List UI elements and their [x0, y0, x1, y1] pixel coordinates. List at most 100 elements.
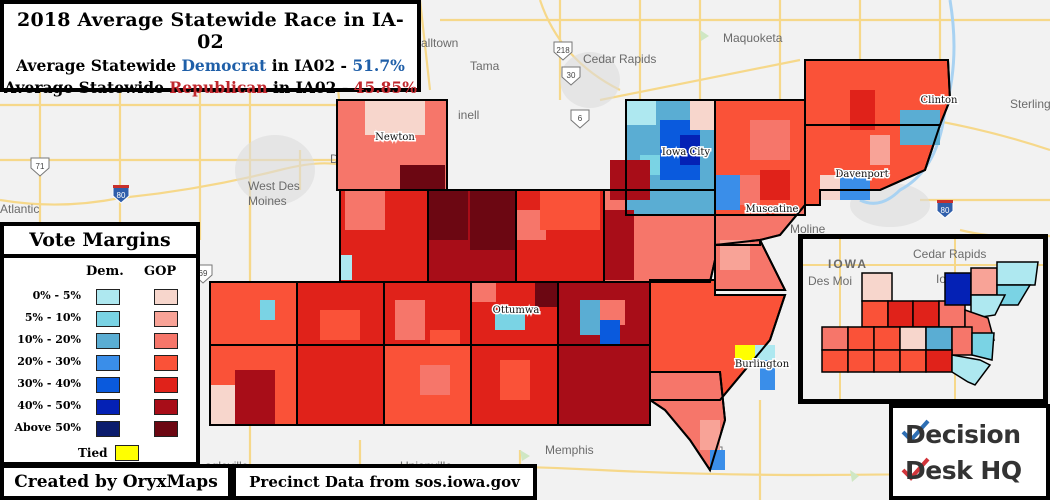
precinct-shape	[345, 190, 385, 230]
title-panel: 2018 Average Statewide Race in IA-02 Ave…	[0, 0, 421, 97]
shield-number: 30	[567, 71, 576, 80]
precinct-shape	[735, 345, 755, 360]
legend-gop-header: GOP	[144, 264, 177, 279]
interstate-shield-icon: 80	[936, 200, 954, 219]
legend-row: 5% - 10%	[4, 310, 196, 328]
city-label: Iowa City	[662, 147, 711, 158]
legend-gop-swatch	[154, 311, 178, 327]
precinct-shape	[900, 110, 940, 145]
basemap-place-label: alltown	[421, 36, 458, 50]
gop-party-label: Republican	[169, 78, 268, 97]
precinct-shape	[500, 360, 530, 400]
city-label: Burlington	[735, 359, 790, 370]
legend-dem-swatch	[96, 289, 120, 305]
city-label: Clinton	[921, 95, 959, 106]
precinct-shape	[715, 175, 740, 210]
city-label: Davenport	[835, 169, 888, 180]
legend-row-label: 5% - 10%	[24, 311, 81, 324]
dem-line-prefix: Average Statewide	[16, 56, 182, 75]
map-title: 2018 Average Statewide Race in IA-02	[17, 9, 404, 53]
legend-row: 20% - 30%	[4, 354, 196, 372]
precinct-shape	[750, 120, 790, 160]
precinct-shape	[430, 330, 460, 345]
precinct-shape	[610, 160, 650, 200]
legend-tied-label: Tied	[78, 446, 108, 460]
shield-number: 80	[941, 206, 950, 215]
precinct-shape	[260, 300, 275, 320]
precinct-shape	[470, 190, 515, 250]
gop-line-prefix: Average Statewide	[4, 78, 170, 97]
precinct-shape	[340, 255, 352, 280]
shield-number: 218	[556, 46, 570, 55]
precinct-shape	[558, 345, 588, 395]
us-highway-shield-icon: 6	[570, 109, 590, 129]
city-label: Muscatine	[746, 204, 799, 215]
precinct-shape	[428, 190, 468, 240]
legend-dem-header: Dem.	[86, 264, 124, 279]
basemap-place-label: Memphis	[545, 443, 594, 457]
basemap-place-label: Maquoketa	[723, 31, 783, 45]
precinct-shape	[420, 365, 450, 395]
shield-number: 6	[578, 114, 583, 123]
precinct-shape	[540, 190, 600, 230]
legend-gop-swatch	[154, 333, 178, 349]
legend-row-label: 40% - 50%	[17, 399, 81, 412]
legend-gop-swatch	[154, 399, 178, 415]
legend-row-label: 0% - 5%	[32, 289, 81, 302]
precinct-shape	[640, 240, 680, 270]
legend-gop-swatch	[154, 355, 178, 371]
precinct-shape	[760, 170, 790, 200]
county-shape[interactable]	[296, 344, 385, 426]
basemap-place-label: Sterling	[1010, 97, 1050, 111]
precinct-shape	[535, 282, 558, 307]
legend-dem-swatch	[96, 355, 120, 371]
legend-row-label: 30% - 40%	[17, 377, 81, 390]
basemap-place-label: Atlantic	[0, 202, 39, 216]
legend-row: 0% - 5%	[4, 288, 196, 306]
dem-line-suffix: in IA02 -	[266, 56, 353, 75]
legend-tied-swatch	[115, 445, 139, 461]
dem-party-label: Democrat	[181, 56, 267, 75]
legend: Dem. GOP 0% - 5% 5% - 10% 10% - 20% 20% - 3…	[0, 254, 200, 466]
legend-dem-swatch	[96, 421, 120, 437]
precinct-shape	[235, 370, 275, 425]
precinct-shape	[870, 135, 890, 165]
legend-title: Vote Margins	[0, 222, 200, 258]
credit-label: Created by OryxMaps	[0, 464, 232, 500]
legend-gop-swatch	[154, 421, 178, 437]
decision-desk-logo: Decision Desk HQ	[889, 404, 1050, 500]
basemap-place-label: Tama	[470, 59, 500, 73]
basemap-place-label: Cedar Rapids	[583, 52, 656, 66]
legend-gop-swatch	[154, 377, 178, 393]
basemap-place-label: West Des	[248, 179, 300, 193]
legend-row-label: 10% - 20%	[17, 333, 81, 346]
legend-row: 10% - 20%	[4, 332, 196, 350]
legend-dem-swatch	[96, 399, 120, 415]
shield-number: 80	[117, 191, 126, 200]
precinct-shape	[604, 210, 634, 280]
basemap-place-label: Moines	[248, 194, 287, 208]
precinct-shape	[210, 385, 235, 425]
legend-dem-swatch	[96, 377, 120, 393]
city-label: Ottumwa	[493, 305, 540, 316]
gop-line-suffix: in IA02 -	[267, 78, 354, 97]
precinct-shape	[620, 345, 650, 425]
logo-line-1: Decision	[905, 420, 1021, 449]
gop-average-line: Average Statewide Republican in IA02 - 4…	[4, 78, 417, 97]
legend-row: 40% - 50%	[4, 398, 196, 416]
gop-average-value: 45.85%	[353, 78, 417, 97]
precinct-shape	[395, 300, 425, 340]
data-source-label: Precinct Data from sos.iowa.gov	[232, 464, 537, 500]
precinct-shape	[626, 100, 656, 125]
precinct-shape	[365, 100, 425, 135]
legend-row: Above 50%	[4, 420, 196, 438]
legend-dem-swatch	[96, 333, 120, 349]
legend-row: 30% - 40%	[4, 376, 196, 394]
precinct-shape	[400, 165, 445, 190]
county-shape[interactable]	[209, 281, 298, 346]
legend-dem-swatch	[96, 311, 120, 327]
dem-average-line: Average Statewide Democrat in IA02 - 51.…	[4, 56, 417, 75]
city-label: Newton	[375, 132, 415, 143]
precinct-shape	[740, 175, 760, 205]
us-highway-shield-icon: 71	[30, 157, 50, 177]
